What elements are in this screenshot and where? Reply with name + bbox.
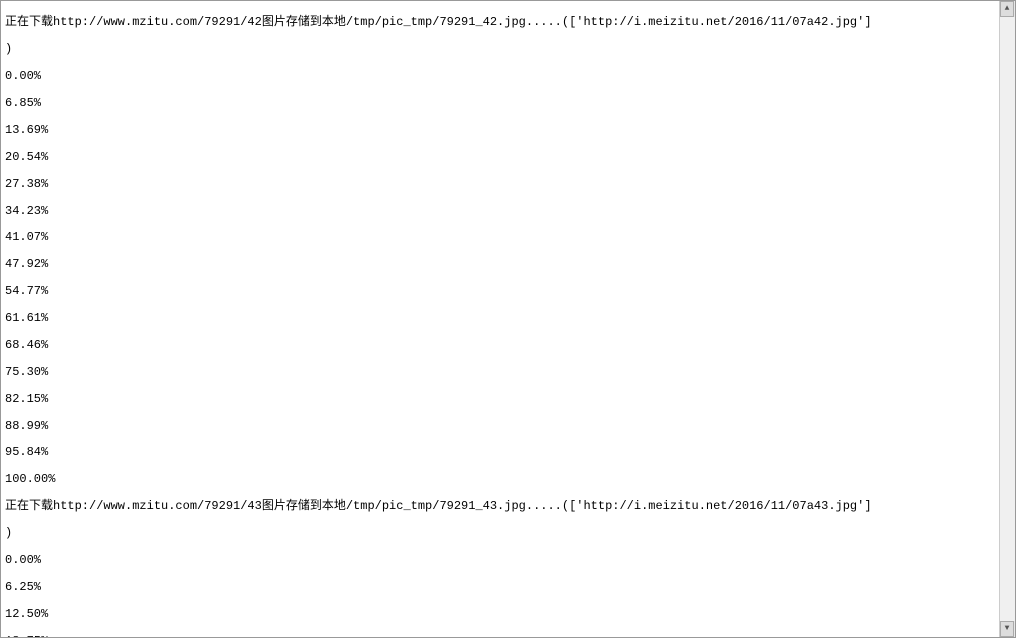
progress-line: 54.77% [5,285,995,298]
progress-line: 100.00% [5,473,995,486]
output-line: 正在下载http://www.mzitu.com/79291/43图片存储到本地… [5,500,995,513]
progress-line: 27.38% [5,178,995,191]
vertical-scrollbar[interactable]: ▲ ▼ [999,1,1015,637]
terminal-output[interactable]: 正在下载http://www.mzitu.com/79291/42图片存储到本地… [1,1,999,637]
progress-line: 12.50% [5,608,995,621]
progress-line: 75.30% [5,366,995,379]
progress-line: 41.07% [5,231,995,244]
output-line: 正在下载http://www.mzitu.com/79291/42图片存储到本地… [5,16,995,29]
scroll-up-button[interactable]: ▲ [1000,1,1014,17]
progress-line: 68.46% [5,339,995,352]
progress-line: 0.00% [5,70,995,83]
progress-line: 88.99% [5,420,995,433]
scroll-down-button[interactable]: ▼ [1000,621,1014,637]
progress-line: 34.23% [5,205,995,218]
progress-line: 0.00% [5,554,995,567]
progress-line: 6.25% [5,581,995,594]
terminal-window: 正在下载http://www.mzitu.com/79291/42图片存储到本地… [0,0,1016,638]
progress-line: 61.61% [5,312,995,325]
scrollbar-track[interactable] [1000,17,1015,621]
progress-line: 20.54% [5,151,995,164]
progress-line: 47.92% [5,258,995,271]
output-line: ) [5,527,995,540]
progress-line: 82.15% [5,393,995,406]
progress-line: 6.85% [5,97,995,110]
progress-line: 18.75% [5,635,995,637]
output-line: ) [5,43,995,56]
progress-line: 95.84% [5,446,995,459]
progress-line: 13.69% [5,124,995,137]
